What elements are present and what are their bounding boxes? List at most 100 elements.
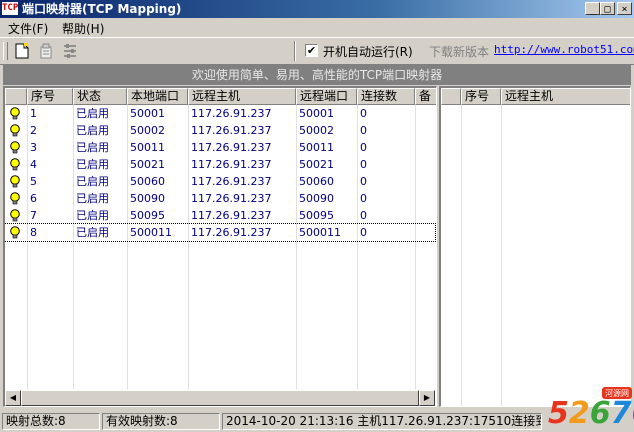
column-header-notes[interactable]: 备 [415, 88, 436, 105]
row-remote-port: 50001 [299, 107, 334, 120]
row-local-port: 50060 [130, 175, 165, 188]
column-header-local-port[interactable]: 本地端口 [127, 88, 188, 105]
lightbulb-icon [10, 124, 20, 137]
row-connections: 0 [360, 192, 367, 205]
row-local-port: 50002 [130, 124, 165, 137]
table-row[interactable]: 5 已启用 50060 117.26.91.237 50060 0 [5, 173, 435, 190]
menu-help[interactable]: 帮助(H) [62, 20, 104, 37]
row-connections: 0 [360, 124, 367, 137]
status-bar: 映射总数:8 有效映射数:8 2014-10-20 21:13:16 主机117… [0, 411, 634, 432]
row-remote-port: 50011 [299, 141, 334, 154]
lightbulb-icon [10, 175, 20, 188]
row-no: 5 [30, 175, 37, 188]
row-connections: 0 [360, 141, 367, 154]
row-remote-port: 500011 [299, 226, 341, 239]
logo-digit: 2 [569, 396, 590, 431]
row-connections: 0 [360, 158, 367, 171]
row-remote-host: 117.26.91.237 [191, 226, 272, 239]
row-connections: 0 [360, 107, 367, 120]
logo-digit: 6 [590, 396, 611, 431]
column-header-no[interactable]: 序号 [461, 88, 501, 105]
app-icon: TCP [2, 2, 19, 15]
autostart-label[interactable]: 开机自动运行(R) [323, 43, 413, 60]
column-header-connections[interactable]: 连接数 [357, 88, 415, 105]
lightbulb-icon [10, 107, 20, 120]
row-connections: 0 [360, 209, 367, 222]
row-remote-host: 117.26.91.237 [191, 107, 272, 120]
column-header-no[interactable]: 序号 [27, 88, 73, 105]
row-no: 6 [30, 192, 37, 205]
column-header-icon[interactable] [441, 88, 461, 105]
scroll-thumb[interactable] [21, 390, 419, 406]
table-row[interactable]: 1 已启用 50001 117.26.91.237 50001 0 [5, 105, 435, 122]
row-status: 已启用 [76, 124, 109, 137]
new-icon[interactable] [12, 41, 32, 61]
svg-text:52676: 52676 [548, 396, 634, 431]
connection-list[interactable]: 序号 远程主机 [439, 86, 631, 407]
settings-icon[interactable] [60, 41, 80, 61]
status-log: 2014-10-20 21:13:16 主机117.26.91.237:1751… [222, 413, 542, 430]
scroll-right-icon[interactable]: ▶ [419, 390, 435, 406]
table-row[interactable]: 3 已启用 50011 117.26.91.237 50011 0 [5, 139, 435, 156]
autostart-checkbox[interactable]: ✔ [305, 44, 318, 57]
row-status: 已启用 [76, 141, 109, 154]
row-remote-port: 50095 [299, 209, 334, 222]
column-header-remote-port[interactable]: 远程端口 [296, 88, 357, 105]
maximize-button[interactable]: □ [600, 2, 615, 15]
row-remote-host: 117.26.91.237 [191, 158, 272, 171]
minimize-button[interactable]: _ [585, 2, 600, 15]
column-header-status[interactable]: 状态 [73, 88, 127, 105]
lightbulb-icon [10, 209, 20, 222]
window-title: 端口映射器(TCP Mapping) [22, 2, 182, 16]
row-local-port: 500011 [130, 226, 172, 239]
title-bar[interactable]: TCP 端口映射器(TCP Mapping) _ □ × [0, 0, 634, 18]
row-remote-host: 117.26.91.237 [191, 192, 272, 205]
logo-digit: 5 [548, 396, 569, 431]
download-label: 下载新版本 [429, 45, 490, 59]
row-local-port: 50095 [130, 209, 165, 222]
column-header-remote-host[interactable]: 远程主机 [501, 88, 630, 105]
lightbulb-icon [10, 192, 20, 205]
row-status: 已启用 [76, 158, 109, 171]
table-row[interactable]: 6 已启用 50090 117.26.91.237 50090 0 [5, 190, 435, 207]
mapping-list[interactable]: 序号 状态 本地端口 远程主机 远程端口 连接数 备 1 已启用 50001 117.… [3, 86, 437, 407]
row-remote-host: 117.26.91.237 [191, 124, 272, 137]
logo-site-text: 河源网 [605, 388, 629, 398]
row-remote-host: 117.26.91.237 [191, 141, 272, 154]
row-remote-port: 50060 [299, 175, 334, 188]
row-status: 已启用 [76, 107, 109, 120]
row-no: 1 [30, 107, 37, 120]
row-remote-port: 50021 [299, 158, 334, 171]
row-status: 已启用 [76, 209, 109, 222]
column-header-icon[interactable] [5, 88, 27, 105]
lightbulb-icon [10, 158, 20, 171]
row-remote-port: 50002 [299, 124, 334, 137]
horizontal-scrollbar[interactable]: ◀ ▶ [5, 390, 435, 406]
edit-icon[interactable] [36, 41, 56, 61]
lightbulb-icon [10, 226, 20, 239]
scroll-left-icon[interactable]: ◀ [5, 390, 21, 406]
close-button[interactable]: × [617, 2, 632, 15]
row-no: 4 [30, 158, 37, 171]
column-header-remote-host[interactable]: 远程主机 [188, 88, 296, 105]
toolbar-grip[interactable] [3, 42, 8, 60]
row-status: 已启用 [76, 192, 109, 205]
watermark-logo: 52676 河源网 [548, 387, 634, 431]
table-row[interactable]: 7 已启用 50095 117.26.91.237 50095 0 [5, 207, 435, 224]
table-row[interactable]: 8 已启用 500011 117.26.91.237 500011 0 [5, 223, 436, 242]
row-connections: 0 [360, 226, 367, 239]
download-link[interactable]: http://www.robot51.com [494, 43, 634, 56]
row-local-port: 50021 [130, 158, 165, 171]
table-row[interactable]: 2 已启用 50002 117.26.91.237 50002 0 [5, 122, 435, 139]
logo-digit: 7 [611, 396, 632, 431]
row-status: 已启用 [76, 175, 109, 188]
row-remote-host: 117.26.91.237 [191, 175, 272, 188]
row-no: 3 [30, 141, 37, 154]
menu-file[interactable]: 文件(F) [8, 20, 48, 37]
row-connections: 0 [360, 175, 367, 188]
lightbulb-icon [10, 141, 20, 154]
table-row[interactable]: 4 已启用 50021 117.26.91.237 50021 0 [5, 156, 435, 173]
toolbar: ✔ 开机自动运行(R) 下载新版本 http://www.robot51.com [0, 37, 634, 65]
menu-bar: 文件(F) 帮助(H) [0, 18, 634, 36]
status-total: 映射总数:8 [2, 413, 100, 430]
